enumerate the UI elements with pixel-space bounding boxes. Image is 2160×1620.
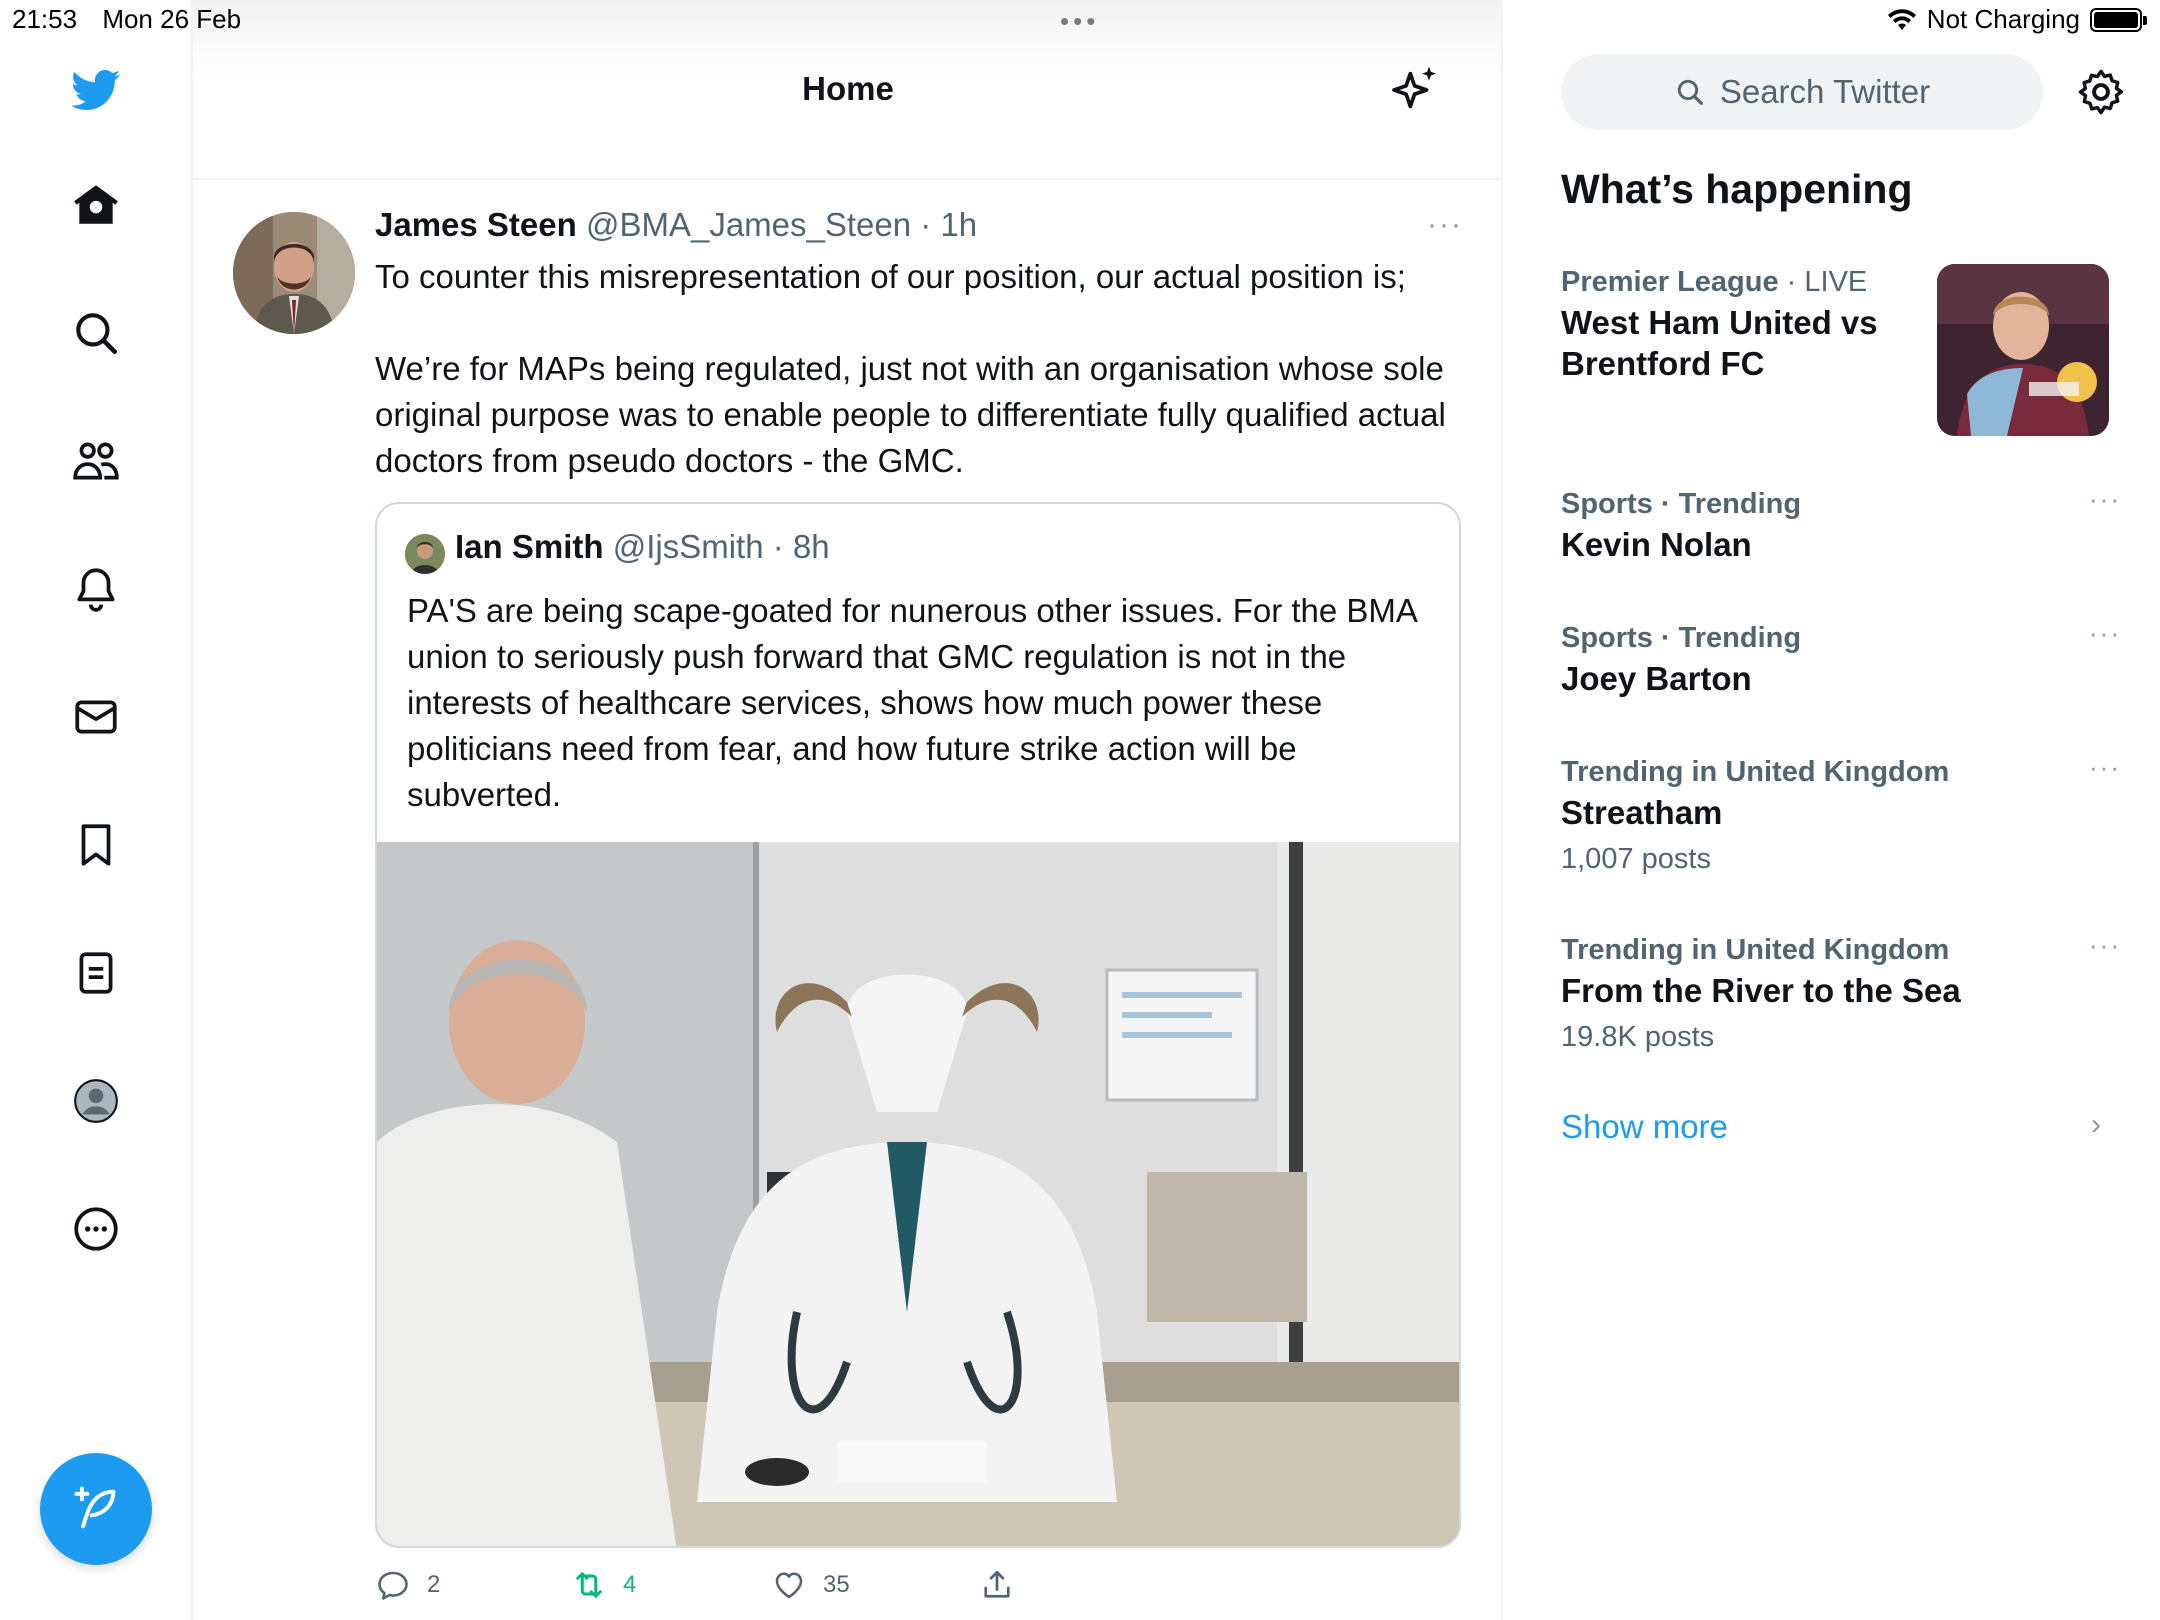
quoted-tweet-header: Ian Smith @IjsSmith · 8h [455,528,830,566]
explore-search-icon[interactable] [64,301,128,365]
page-title: Home [802,70,894,107]
tweet-text-paragraph-2: We’re for MAPs being regulated, just not… [375,350,1446,479]
battery-icon [2090,7,2147,32]
multitasking-dots-icon[interactable]: ••• [1060,6,1099,37]
status-date: Mon 26 Feb [102,4,242,34]
trend-title: Streatham [1561,794,1723,831]
trend-post-count: 1,007 posts [1561,843,1711,875]
trend-more-options-icon[interactable]: ··· [2089,930,2121,961]
tweet-text-line-1: To counter this misrepresentation of our… [375,258,1406,295]
trend-category: Trending in United Kingdom [1561,756,1950,788]
quoted-author-avatar [405,534,445,574]
lists-icon[interactable] [64,941,128,1005]
trend-more-options-icon[interactable]: ··· [2089,484,2121,515]
trend-more-options-icon[interactable]: ··· [2089,752,2121,783]
reply-count: 2 [427,1571,441,1598]
trend-title: Kevin Nolan [1561,526,1752,563]
trend-item[interactable]: Trending in United Kingdom From the Rive… [1561,930,2121,1057]
tweet-text: To counter this misrepresentation of our… [375,254,1475,484]
communities-icon[interactable] [64,429,128,493]
battery-status-text: Not Charging [1926,4,2080,34]
profile-avatar-icon[interactable] [64,1069,128,1133]
reply-icon [378,1571,408,1600]
bookmarks-icon[interactable] [64,813,128,877]
tweet-author-avatar[interactable] [233,212,355,334]
retweet-action[interactable]: 4 [571,1567,636,1603]
show-more-link[interactable]: Show more [1561,1108,1728,1146]
trend-item[interactable]: Sports · Trending Kevin Nolan ··· [1561,484,2121,565]
notifications-bell-icon[interactable] [64,557,128,621]
quoted-tweet-timestamp: · 8h [772,528,830,565]
search-placeholder: Search Twitter [1719,73,1931,110]
trend-thumbnail-image[interactable] [1937,264,2109,436]
home-icon[interactable] [64,173,128,237]
trend-category-label: Premier League [1561,266,1779,298]
quoted-tweet[interactable]: Ian Smith @IjsSmith · 8h PA'S are being … [375,502,1461,1548]
whats-happening-title: What’s happening [1561,166,1913,212]
trend-item[interactable]: Sports · Trending Joey Barton ··· [1561,618,2121,699]
trend-title: West Ham United vs Brentford FC [1561,304,1878,382]
trend-category: Trending in United Kingdom [1561,934,1950,966]
wifi-icon [1887,8,1916,30]
status-clock: 21:53 Mon 26 Feb [12,4,259,35]
top-tweets-sparkle-icon[interactable] [1387,62,1443,118]
right-sidebar: Search Twitter What’s happening Premier … [1505,0,2160,1620]
share-upload-icon [984,1570,1010,1598]
previous-tweet-actions-peek [193,128,1501,148]
status-bar: 21:53 Mon 26 Feb ••• Not Charging [0,0,2160,40]
search-input[interactable]: Search Twitter [1561,54,2043,130]
tweet-actions: 2 4 35 [375,1567,1475,1617]
status-indicators: Not Charging [1887,4,2147,35]
trend-title: From the River to the Sea [1561,972,1961,1009]
tweet-author-handle[interactable]: @BMA_James_Steen [586,206,911,243]
tweet-timestamp[interactable]: · 1h [920,206,977,243]
retweet-count: 4 [623,1571,637,1598]
chevron-right-icon[interactable]: › [2091,1108,2101,1142]
share-action[interactable] [979,1567,1015,1603]
trend-category: Sports · Trending [1561,488,1802,520]
trend-item[interactable]: Trending in United Kingdom Streatham 1,0… [1561,752,2121,879]
more-options-circle-icon[interactable] [64,1197,128,1261]
quoted-author-name: Ian Smith [455,528,604,565]
status-time: 21:53 [12,4,78,34]
trend-post-count: 19.8K posts [1561,1021,1715,1053]
reply-action[interactable]: 2 [375,1567,440,1603]
like-count: 35 [823,1571,850,1598]
tweet-header: James Steen @BMA_James_Steen · 1h [375,206,977,244]
compose-feather-icon [74,1486,116,1529]
quoted-tweet-text: PA'S are being scape-goated for nunerous… [407,592,1417,813]
timeline-column: Home James Steen @BMA_James_Steen · 1h ·… [193,0,1503,1620]
trend-category: Sports · Trending [1561,622,1802,654]
live-badge: · LIVE [1786,266,1868,298]
tweet-author-name[interactable]: James Steen [375,206,577,243]
twitter-logo-icon[interactable] [64,58,128,122]
search-icon [1677,79,1703,105]
left-nav [0,0,193,1620]
quoted-author-handle: @IjsSmith [612,528,764,565]
heart-icon [775,1572,803,1599]
messages-mail-icon[interactable] [64,685,128,749]
like-action[interactable]: 35 [771,1567,850,1603]
compose-tweet-button[interactable] [40,1453,152,1565]
trend-title: Joey Barton [1561,660,1752,697]
retweet-icon [576,1572,602,1598]
settings-gear-icon[interactable] [2075,66,2127,118]
quoted-tweet-image[interactable] [377,842,1459,1546]
trend-more-options-icon[interactable]: ··· [2089,618,2121,649]
tweet-more-options-icon[interactable]: ··· [1427,208,1463,242]
